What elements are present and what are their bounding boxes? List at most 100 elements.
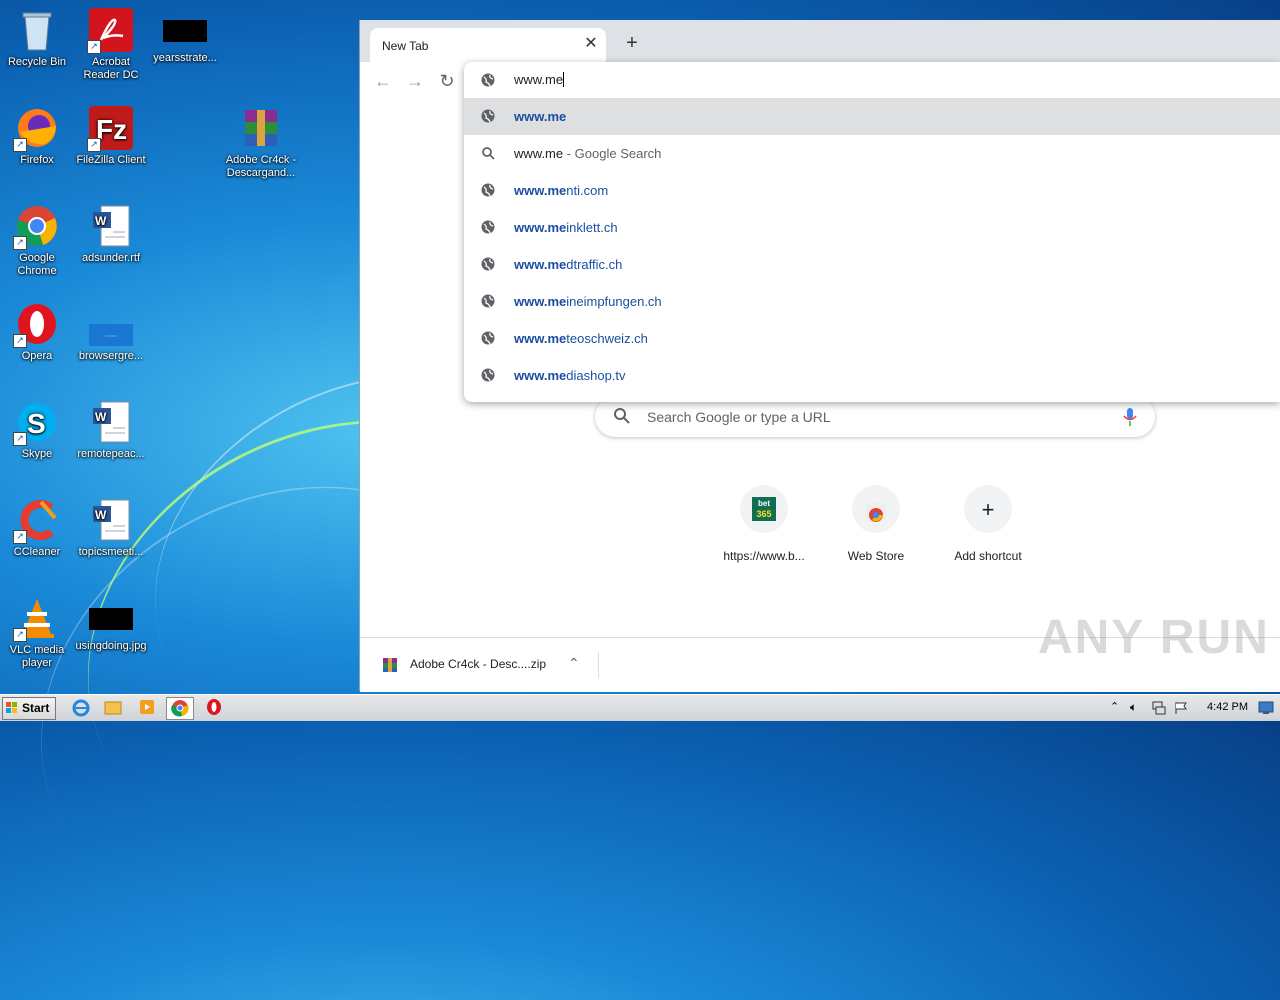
suggestion-list: www.me www.me - Google Search www.menti.co…: [464, 98, 1280, 394]
suggestion-text: www.mediashop.tv: [514, 368, 626, 383]
suggestion-text: www.me: [514, 109, 567, 124]
shortcut-tile-bet365[interactable]: bet 365 https://www.b...: [708, 485, 820, 563]
windows-logo-icon: [6, 702, 17, 713]
desktop-icon-label: usingdoing.jpg: [75, 640, 147, 652]
internet-explorer-icon: [72, 699, 90, 717]
chevron-up-icon[interactable]: ⌃: [568, 655, 580, 672]
shortcut-arrow-icon: ↗: [13, 236, 27, 250]
tab-new-tab[interactable]: New Tab ✕: [370, 28, 606, 62]
reload-icon[interactable]: ↻: [436, 70, 458, 92]
tab-strip: New Tab ✕ +: [360, 20, 1280, 62]
filezilla-icon: Fz ↗: [87, 106, 133, 152]
globe-icon: [481, 183, 495, 197]
desktop-icon-acrobat-reader[interactable]: ↗ Acrobat Reader DC: [74, 8, 148, 82]
globe-icon: [481, 294, 495, 308]
desktop-icon-google-chrome[interactable]: ↗ Google Chrome: [0, 204, 74, 278]
desktop-icon-usingdoing[interactable]: usingdoing.jpg: [74, 596, 148, 653]
new-tab-plus-icon[interactable]: +: [622, 33, 642, 53]
omnibox-suggestion[interactable]: www.menti.com: [464, 172, 1280, 209]
network-icon[interactable]: [1152, 701, 1166, 715]
close-tab-icon[interactable]: ✕: [582, 35, 600, 53]
show-hidden-icons-chevron-icon[interactable]: ⌃: [1110, 700, 1119, 713]
search-icon: [614, 408, 630, 424]
desktop-icon-vlc[interactable]: ↗ VLC media player: [0, 596, 74, 670]
shortcut-arrow-icon: ↗: [87, 40, 101, 54]
address-bar[interactable]: www.me: [464, 62, 1280, 98]
system-tray: ⌃ 🔈︎ 4:42 PM: [1100, 695, 1280, 721]
shortcut-tile-web-store[interactable]: Web Store: [820, 485, 932, 563]
globe-icon: [481, 331, 495, 345]
omnibox-dropdown: www.me www.me www.me - Google Search www.m…: [464, 62, 1280, 402]
svg-text:bet: bet: [758, 499, 770, 508]
taskbar-internet-explorer[interactable]: [68, 697, 94, 718]
shortcut-arrow-icon: ↗: [13, 138, 27, 152]
omnibox-suggestion[interactable]: www.mediashop.tv: [464, 357, 1280, 394]
shortcut-tile-add[interactable]: + Add shortcut: [932, 485, 1044, 563]
globe-icon: [481, 220, 495, 234]
desktop-icon-yearsstrate[interactable]: yearsstrate...: [148, 8, 222, 65]
svg-text:S: S: [27, 408, 46, 439]
desktop-icon-label: Adobe Cr4ck - Descargand...: [225, 154, 297, 179]
desktop-icon-remotepeac[interactable]: W remotepeac...: [74, 400, 148, 461]
taskbar-chrome[interactable]: [166, 697, 194, 720]
omnibox-suggestion[interactable]: www.meineimpfungen.ch: [464, 283, 1280, 320]
desktop-icon-filezilla[interactable]: Fz ↗ FileZilla Client: [74, 106, 148, 167]
taskbar-opera[interactable]: [202, 697, 228, 718]
desktop-icon-adobe-cr4ck[interactable]: Adobe Cr4ck - Descargand...: [224, 106, 298, 180]
globe-icon: [481, 73, 495, 87]
web-store-icon: [852, 485, 900, 533]
file-thumbnail-icon: [89, 608, 133, 630]
desktop-icon-topicsmeeti[interactable]: W topicsmeeti...: [74, 498, 148, 559]
file-thumbnail-icon: [163, 20, 207, 42]
search-icon: [481, 146, 495, 160]
desktop-icon-ccleaner[interactable]: ↗ CCleaner: [0, 498, 74, 559]
shortcut-label: Web Store: [847, 549, 905, 563]
winrar-archive-icon: [239, 106, 283, 150]
omnibox-suggestion[interactable]: www.me: [464, 98, 1280, 135]
address-input[interactable]: www.me: [514, 72, 565, 87]
desktop-icon-label: Acrobat Reader DC: [83, 56, 139, 81]
desktop-icon-recycle-bin[interactable]: Recycle Bin: [0, 8, 74, 69]
ntp-search-placeholder: Search Google or type a URL: [647, 409, 831, 425]
volume-icon[interactable]: 🔈︎: [1130, 700, 1137, 715]
svg-text:365: 365: [756, 509, 771, 519]
microphone-icon[interactable]: [1123, 407, 1137, 427]
suggestion-text: www.meteoschweiz.ch: [514, 331, 648, 346]
desktop-icon-skype[interactable]: S ↗ Skype: [0, 400, 74, 461]
desktop-icon-label: Firefox: [20, 154, 54, 166]
clock[interactable]: 4:42 PM: [1207, 701, 1248, 713]
taskbar-media-player[interactable]: [134, 697, 160, 718]
opera-icon: ↗: [13, 302, 59, 348]
desktop-icon-label: Recycle Bin: [7, 56, 67, 68]
tab-title: New Tab: [382, 39, 429, 53]
ntp-search-box[interactable]: Search Google or type a URL: [595, 397, 1155, 437]
desktop-icon-label: Opera: [21, 350, 53, 362]
forward-arrow-icon[interactable]: →: [404, 70, 426, 92]
desktop-icon-adsunder[interactable]: W adsunder.rtf: [74, 204, 148, 265]
desktop-icon-opera[interactable]: ↗ Opera: [0, 302, 74, 363]
show-desktop-icon[interactable]: [1258, 701, 1274, 715]
svg-text:W: W: [95, 410, 107, 424]
taskbar-file-explorer[interactable]: [100, 697, 126, 718]
desktop-icon-label: remotepeac...: [77, 448, 145, 460]
omnibox-suggestion[interactable]: www.me - Google Search: [464, 135, 1280, 172]
download-filename: Adobe Cr4ck - Desc....zip: [410, 657, 547, 671]
start-button[interactable]: Start: [2, 697, 56, 720]
firefox-icon: ↗: [13, 106, 59, 152]
shortcut-arrow-icon: ↗: [13, 334, 27, 348]
omnibox-suggestion[interactable]: www.meinklett.ch: [464, 209, 1280, 246]
desktop-icon-firefox[interactable]: ↗ Firefox: [0, 106, 74, 167]
omnibox-suggestion[interactable]: www.medtraffic.ch: [464, 246, 1280, 283]
download-item[interactable]: Adobe Cr4ck - Desc....zip ⌃: [380, 652, 599, 678]
omnibox-suggestion[interactable]: www.meteoschweiz.ch: [464, 320, 1280, 357]
desktop-icon-browsergre[interactable]: browsergre...: [74, 302, 148, 363]
word-document-icon: W: [89, 498, 133, 542]
suggestion-text: www.meinklett.ch: [514, 220, 618, 235]
action-center-flag-icon[interactable]: [1174, 701, 1188, 715]
suggestion-text: www.medtraffic.ch: [514, 257, 623, 272]
desktop-icon-label: browsergre...: [78, 350, 144, 362]
back-arrow-icon[interactable]: ←: [372, 70, 394, 92]
desktop-icon-label: topicsmeeti...: [78, 546, 144, 558]
skype-icon: S ↗: [13, 400, 59, 446]
acrobat-icon: ↗: [87, 8, 133, 54]
